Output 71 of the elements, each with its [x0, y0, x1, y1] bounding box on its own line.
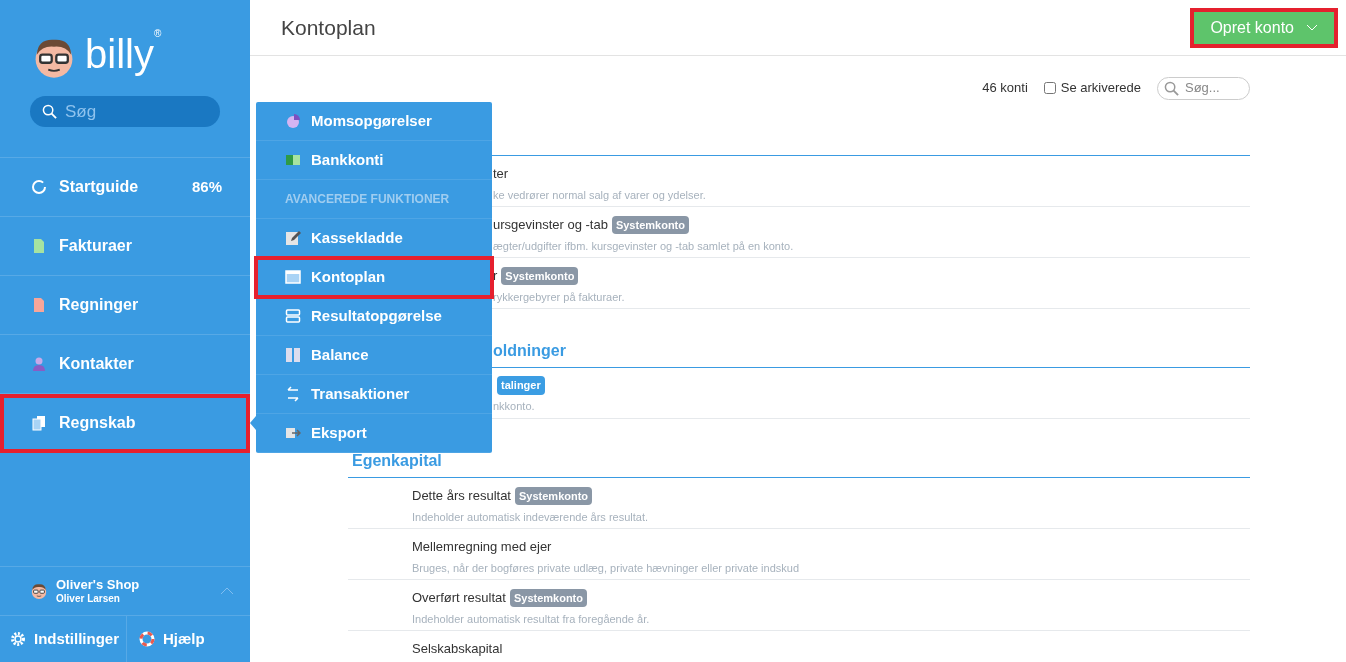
account-description: Indeholder automatisk resultat fra foregående år. — [412, 611, 651, 627]
archived-label: Se arkiverede — [1060, 79, 1141, 98]
account-name[interactable]: r — [493, 266, 498, 286]
menu-section-label: AVANCEREDE FUNKTIONER — [285, 191, 450, 208]
window-icon — [285, 269, 301, 285]
footer-link[interactable]: Hjælp — [127, 616, 205, 662]
create-account-button[interactable]: Opret konto — [1190, 7, 1338, 48]
search-icon — [42, 104, 57, 119]
settings-icon — [10, 631, 26, 647]
swap-arrows-icon — [285, 386, 301, 402]
account-description: nkkonto. — [493, 398, 536, 414]
account-name[interactable]: ter — [493, 164, 509, 184]
logo-text: billy — [85, 34, 154, 74]
rows-icon — [285, 308, 301, 324]
account-name[interactable]: Mellemregning med ejer — [412, 537, 552, 557]
chevron-down-icon — [1306, 24, 1318, 31]
columns-icon — [285, 347, 301, 363]
document-icon — [31, 238, 47, 254]
account-count: 46 konti — [982, 79, 1028, 98]
lifebuoy-icon — [139, 631, 155, 647]
search-input[interactable]: Søg — [65, 98, 208, 125]
nav-item[interactable]: Regninger — [0, 276, 250, 335]
chevron-up-icon — [220, 587, 234, 595]
account-tag: Systemkonto — [611, 215, 689, 234]
pie-chart-icon — [285, 113, 301, 129]
menu-item[interactable]: Eksport — [256, 414, 492, 453]
user-panel[interactable]: Oliver's Shop Oliver Larsen — [0, 566, 250, 615]
account-tag: talinger — [497, 376, 545, 395]
nav-item[interactable]: Fakturaer — [0, 217, 250, 276]
export-icon — [285, 425, 301, 441]
nav-item[interactable]: Kontakter — [0, 335, 250, 394]
progress-ring-icon — [31, 179, 47, 195]
account-description: Bruges, når der bogføres private udlæg, private hævninger eller private indskud — [412, 560, 801, 576]
menu-item[interactable]: Kontoplan — [256, 258, 492, 297]
archived-checkbox[interactable] — [1043, 82, 1056, 94]
progress-percent: 86% — [191, 176, 222, 197]
menu-item[interactable]: Momsopgørelser — [256, 102, 492, 141]
footer-link[interactable]: Indstillinger — [0, 616, 127, 662]
document-icon — [31, 297, 47, 313]
section-heading: Egenkapital — [352, 451, 442, 471]
account-name[interactable]: ursgevinster og -tab — [493, 215, 608, 235]
account-name[interactable]: Overført resultat — [412, 588, 506, 608]
pencil-note-icon — [285, 230, 301, 246]
copy-pages-icon — [31, 415, 47, 431]
section-heading: oldninger — [493, 341, 566, 361]
person-icon — [31, 356, 47, 372]
account-tag: Systemkonto — [509, 588, 587, 607]
search-icon — [1164, 80, 1179, 96]
menu-item[interactable]: Balance — [256, 336, 492, 375]
nav-item[interactable]: Startguide 86% — [0, 158, 250, 217]
account-tag: Systemkonto — [501, 266, 579, 285]
menu-item[interactable]: Bankkonti — [256, 141, 492, 180]
account-tag: Systemkonto — [515, 486, 593, 505]
nav-item[interactable]: Regnskab — [0, 394, 250, 453]
account-description: ke vedrører normal salg af varer og ydelser. — [493, 187, 707, 203]
account-description: rykkergebyrer på fakturaer. — [493, 289, 626, 305]
account-description: ægter/udgifter ifbm. kursgevinster og -tab samlet på en konto. — [493, 238, 795, 254]
account-name[interactable]: Selskabskapital — [412, 639, 503, 659]
banknote-icon — [285, 152, 301, 168]
account-name[interactable]: Dette års resultat — [412, 486, 511, 506]
cartoon-face-icon — [30, 582, 48, 600]
menu-item[interactable]: Transaktioner — [256, 375, 492, 414]
page-title: Kontoplan — [281, 14, 377, 41]
registered-mark: ® — [153, 27, 162, 39]
account-description: Indeholder automatisk indeværende års resultat. — [412, 509, 650, 525]
user-name: Oliver Larsen — [56, 592, 121, 606]
menu-item[interactable]: Resultatopgørelse — [256, 297, 492, 336]
search-field[interactable]: Søg — [30, 96, 220, 127]
account-search-input[interactable]: Søg... — [1185, 78, 1243, 98]
company-name: Oliver's Shop — [56, 576, 141, 593]
menu-item[interactable]: Kassekladde — [256, 219, 492, 258]
